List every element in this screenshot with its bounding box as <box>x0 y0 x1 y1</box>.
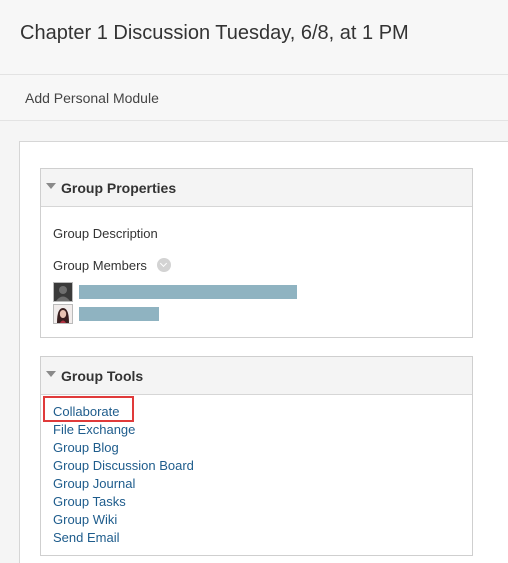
group-tools-list: Collaborate File Exchange Group Blog Gro… <box>53 403 194 547</box>
group-tasks-link[interactable]: Group Tasks <box>53 493 194 511</box>
collapse-triangle-icon[interactable] <box>46 183 56 189</box>
group-discussion-board-link[interactable]: Group Discussion Board <box>53 457 194 475</box>
page-header: Chapter 1 Discussion Tuesday, 6/8, at 1 … <box>0 0 508 75</box>
group-properties-header[interactable]: Group Properties <box>41 169 472 207</box>
group-journal-link[interactable]: Group Journal <box>53 475 194 493</box>
group-members-label: Group Members <box>53 258 147 273</box>
group-wiki-link[interactable]: Group Wiki <box>53 511 194 529</box>
chevron-down-icon[interactable] <box>157 258 171 272</box>
avatar <box>53 304 73 324</box>
add-personal-module-button[interactable]: Add Personal Module <box>25 90 159 106</box>
redacted-member-name <box>79 307 159 321</box>
collaborate-highlight-box <box>43 396 134 422</box>
redacted-member-name <box>79 285 297 299</box>
group-properties-title: Group Properties <box>61 180 177 196</box>
group-blog-link[interactable]: Group Blog <box>53 439 194 457</box>
send-email-link[interactable]: Send Email <box>53 529 194 547</box>
file-exchange-link[interactable]: File Exchange <box>53 421 194 439</box>
group-properties-module: Group Properties Group Description Group… <box>40 168 473 338</box>
page-title: Chapter 1 Discussion Tuesday, 6/8, at 1 … <box>20 22 409 44</box>
group-description-label: Group Description <box>53 226 158 241</box>
group-tools-title: Group Tools <box>61 368 144 384</box>
collapse-triangle-icon[interactable] <box>46 371 56 377</box>
action-bar: Add Personal Module <box>0 75 508 121</box>
group-tools-module: Group Tools Collaborate File Exchange Gr… <box>40 356 473 556</box>
group-tools-header[interactable]: Group Tools <box>41 357 472 395</box>
avatar <box>53 282 73 302</box>
